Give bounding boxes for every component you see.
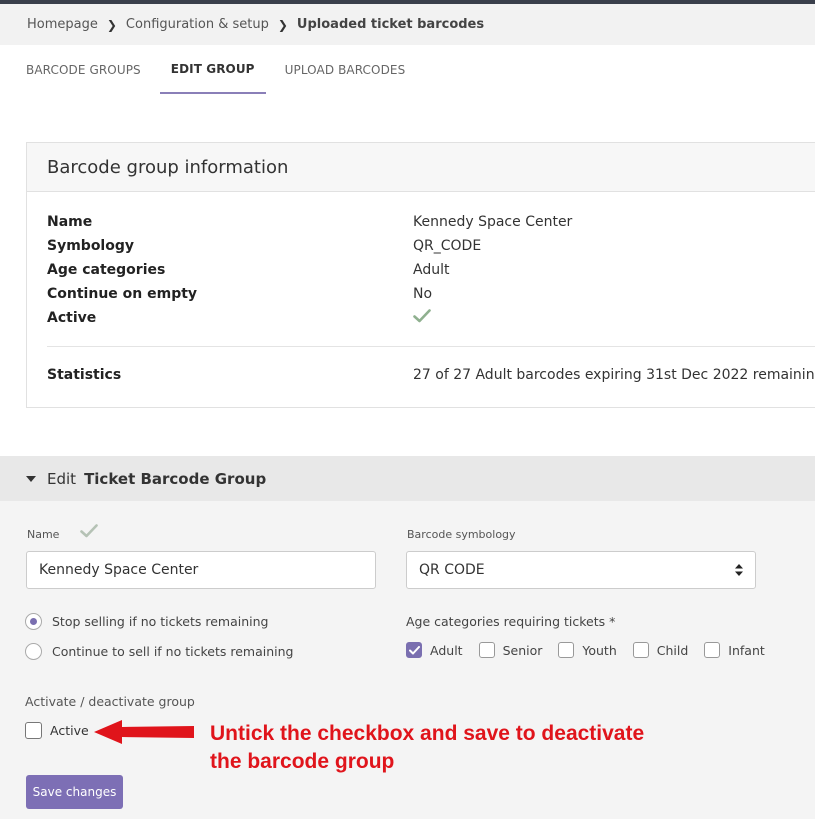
- info-value-symbology: QR_CODE: [413, 238, 482, 254]
- checkbox[interactable]: [632, 642, 649, 658]
- checkbox[interactable]: [478, 642, 495, 658]
- radio-stop-selling[interactable]: Stop selling if no tickets remaining: [25, 613, 268, 630]
- chevron-right-icon: ❯: [106, 17, 117, 32]
- age-option-infant-label: Infant: [728, 642, 765, 658]
- name-field-label: Name: [27, 528, 60, 541]
- checkbox[interactable]: [558, 642, 575, 658]
- info-label-active: Active: [47, 310, 97, 326]
- symbology-field-label: Barcode symbology: [407, 528, 516, 541]
- active-checkbox[interactable]: [25, 722, 42, 739]
- info-value-age-categories: Adult: [413, 262, 450, 278]
- radio-continue-selling[interactable]: Continue to sell if no tickets remaining: [25, 643, 293, 660]
- age-option-youth-label: Youth: [582, 642, 617, 658]
- radio-button[interactable]: [25, 643, 42, 660]
- info-label-name: Name: [47, 214, 93, 230]
- info-label-symbology: Symbology: [47, 238, 135, 254]
- age-option-infant[interactable]: Infant: [704, 642, 765, 658]
- checkbox[interactable]: [704, 642, 721, 658]
- radio-button-selected[interactable]: [25, 613, 42, 630]
- radio-stop-selling-label: Stop selling if no tickets remaining: [52, 614, 269, 629]
- age-option-child[interactable]: Child: [632, 642, 689, 658]
- age-option-adult-label: Adult: [430, 642, 463, 658]
- info-value-continue-on-empty: No: [413, 286, 433, 302]
- card-divider: [47, 346, 815, 347]
- name-input-value: Kennedy Space Center: [39, 562, 199, 578]
- edit-group-section: Edit Ticket Barcode Group Name Kennedy S…: [0, 456, 815, 819]
- save-changes-button[interactable]: Save changes: [26, 775, 123, 809]
- tab-edit-group[interactable]: EDIT GROUP: [159, 45, 266, 94]
- age-categories-checkboxes: Adult Senior Youth Child Infant: [406, 642, 781, 658]
- chevron-right-icon: ❯: [277, 17, 288, 32]
- info-value-statistics: 27 of 27 Adult barcodes expiring 31st De…: [413, 367, 815, 383]
- breadcrumb-configuration[interactable]: Configuration & setup: [126, 17, 269, 32]
- info-label-statistics: Statistics: [47, 367, 122, 383]
- name-input[interactable]: Kennedy Space Center: [26, 551, 376, 589]
- age-option-youth[interactable]: Youth: [558, 642, 617, 658]
- info-value-name: Kennedy Space Center: [413, 214, 573, 230]
- radio-continue-selling-label: Continue to sell if no tickets remaining: [52, 644, 294, 659]
- tab-barcode-groups[interactable]: BARCODE GROUPS: [15, 45, 152, 94]
- barcode-group-info-card: Barcode group information Name Kennedy S…: [26, 142, 815, 408]
- info-label-continue-on-empty: Continue on empty: [47, 286, 198, 302]
- age-categories-label: Age categories requiring tickets *: [406, 614, 616, 629]
- tab-bar: BARCODE GROUPS EDIT GROUP UPLOAD BARCODE…: [0, 45, 815, 94]
- checkbox-checked[interactable]: [406, 642, 422, 658]
- select-arrows-icon: [735, 564, 743, 576]
- age-option-senior[interactable]: Senior: [478, 642, 543, 658]
- breadcrumb-current: Uploaded ticket barcodes: [296, 17, 485, 32]
- active-checkbox-row[interactable]: Active: [25, 722, 89, 739]
- tab-upload-barcodes[interactable]: UPLOAD BARCODES: [274, 45, 417, 94]
- edit-section-header[interactable]: Edit Ticket Barcode Group: [0, 456, 815, 501]
- activate-group-label: Activate / deactivate group: [25, 694, 195, 709]
- symbology-select[interactable]: QR CODE: [406, 551, 756, 589]
- edit-title: Ticket Barcode Group: [84, 469, 267, 488]
- breadcrumb-homepage[interactable]: Homepage: [27, 17, 98, 32]
- symbology-select-value: QR CODE: [419, 562, 485, 578]
- checkmark-icon: [413, 309, 431, 327]
- checkmark-icon: [80, 524, 98, 542]
- red-arrow-icon: [94, 720, 194, 744]
- annotation-line-2: the barcode group: [210, 750, 395, 773]
- info-label-age-categories: Age categories: [47, 262, 166, 278]
- breadcrumb: Homepage ❯ Configuration & setup ❯ Uploa…: [0, 4, 815, 45]
- card-title: Barcode group information: [27, 143, 815, 192]
- age-option-adult[interactable]: Adult: [406, 642, 463, 658]
- age-option-child-label: Child: [656, 642, 689, 658]
- active-checkbox-label: Active: [50, 723, 89, 738]
- edit-prefix: Edit: [47, 469, 77, 488]
- annotation-line-1: Untick the checkbox and save to deactiva…: [210, 722, 645, 745]
- age-option-senior-label: Senior: [502, 642, 543, 658]
- caret-down-icon: [26, 475, 36, 482]
- annotation-text: Untick the checkbox and save to deactiva…: [210, 720, 730, 776]
